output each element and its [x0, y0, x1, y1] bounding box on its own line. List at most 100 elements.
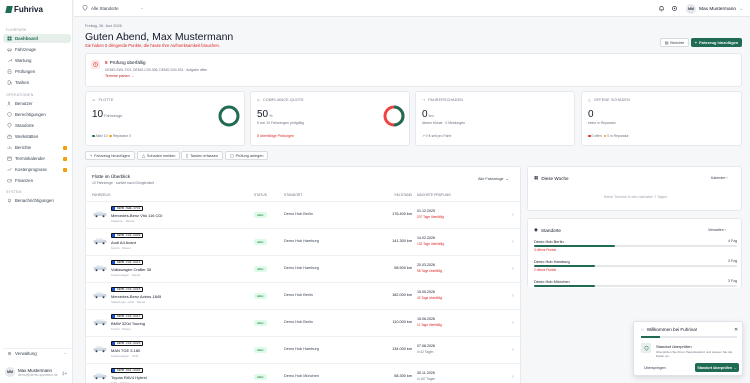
sidebar-item-pruefungen[interactable]: Prüfungen — [3, 67, 71, 76]
table-row[interactable]: DEMO-C38-8815 Mercedes-Benz Actros 1845 Sa… — [86, 282, 522, 309]
sidebar-item-label: Berichte — [15, 145, 32, 150]
column-header[interactable]: km-Stand — [376, 193, 412, 197]
chevron-right-icon[interactable]: › — [512, 347, 514, 353]
fleet-filter-select[interactable]: Alle Fahrzeuge ⌄ — [478, 176, 509, 182]
chevron-right-icon[interactable]: › — [512, 320, 514, 326]
manage-locations-link[interactable]: Verwalten › — [708, 228, 726, 232]
bell-icon[interactable] — [658, 5, 665, 12]
sidebar-item-label: Werkstätten — [15, 134, 39, 139]
column-header[interactable]: Fahrzeug — [92, 193, 110, 197]
kpi-compliance[interactable]: ◇ Compliance-Quote 50% 5 von 10 Fahrzeuge… — [250, 91, 410, 146]
sidebar-item-tanken[interactable]: Tanken — [3, 78, 71, 87]
compliance-ring-chart — [383, 105, 405, 127]
review-location-button[interactable]: Standort überprüfen → — [695, 363, 739, 372]
inspection-date: 20.03.2026 — [417, 263, 435, 267]
kpi-compliance-alert[interactable]: 5 überfällige Prüfungen — [257, 134, 294, 138]
current-date: Freitag, 26. Juni 2026 — [85, 24, 122, 28]
bell-icon — [7, 198, 12, 203]
inspection-date: 15.06.2026 — [417, 317, 435, 321]
table-row[interactable]: DEMO-C38-8820 MAN TGE 3.180 Kastenwagen · … — [86, 336, 522, 363]
sidebar-item-wartung[interactable]: Wartung — [3, 56, 71, 65]
chevron-down-icon: ⌄ — [140, 5, 144, 10]
inspection-note: 132 Tage überfällig — [417, 242, 444, 246]
location-row[interactable]: Demo Hub Hamburg 3 Fzg 2 offene Punkte — [534, 259, 737, 272]
kpi-compliance-value: 50% — [257, 109, 273, 120]
kpi-damages-header: ⇢ Fahrerschäden — [422, 98, 463, 102]
sidebar-item-label: Kostenprognose — [15, 167, 47, 172]
location-row[interactable]: Demo Hub Berlin 4 Fzg 3 offene Punkte — [534, 239, 737, 252]
location-warning: 2 offene Punkte — [534, 268, 557, 272]
app-logo[interactable]: Fuhriva — [5, 5, 43, 14]
kpi-open-damages[interactable]: △ Offene Schäden 0 keine in Reparatur 0 o… — [581, 91, 742, 146]
urgent-task-card: 5 Prüfung überfällig DEMO-SWL-FC0, DEMO-C… — [85, 53, 742, 87]
sidebar-user[interactable]: MM Max Mustermann demo@demo-spedition.de — [5, 367, 58, 377]
reports-button[interactable]: ▤ Berichte — [660, 38, 689, 47]
kpi-damages-value: 0km — [422, 109, 434, 120]
column-header[interactable]: Status — [254, 193, 267, 197]
sidebar-item-fahrzeuge[interactable]: Fahrzeuge — [3, 45, 71, 54]
fleet-ring-fill — [218, 105, 240, 127]
kpi-damages[interactable]: ⇢ Fahrerschäden 0km diesen Monat · 0 Meld… — [415, 91, 575, 146]
app-name: Fuhriva — [14, 5, 43, 14]
chevron-right-icon[interactable]: › — [512, 266, 514, 272]
location-bar — [534, 245, 737, 247]
gear-icon[interactable] — [671, 5, 678, 12]
vehicle-image — [93, 292, 107, 299]
new-badge — [63, 145, 67, 150]
vehicle-model: BMW 320d Touring — [111, 321, 145, 326]
sidebar-item-benachrichtigungen[interactable]: Benachrichtigungen — [3, 196, 71, 205]
close-icon[interactable]: ✕ — [734, 327, 738, 333]
table-row[interactable]: DEMO-C38-8811 Volkswagen Crafter 35 Kasten… — [86, 255, 522, 282]
chevron-right-icon[interactable]: › — [512, 239, 514, 245]
chevron-down-icon: ⌄ — [63, 350, 67, 355]
fleet-table-card: Flotte im Überblick 10 Fahrzeuge · sorti… — [85, 166, 522, 383]
add-vehicle-button[interactable]: + Fahrzeug hinzufügen — [691, 38, 742, 47]
welcome-popup: ◌ Willkommen bei Fuhriva! ✕ Standort über… — [633, 321, 743, 376]
quick-fuel-button[interactable]: ▯ Tanken erfassen — [181, 151, 223, 160]
plate-text: DEMO-C38-8815 — [117, 288, 141, 291]
vehicle-type: Kastenw. · Diesel — [111, 219, 135, 223]
location-select[interactable]: Alle Standorte ⌄ — [82, 5, 144, 11]
schedule-link[interactable]: Termine planen → — [105, 74, 134, 78]
shield-icon: ◇ — [257, 98, 260, 102]
topbar-user-menu[interactable]: MM Max Mustermann ⌄ — [686, 4, 743, 14]
sidebar-item-label: Fahrzeuge — [15, 47, 36, 52]
column-header[interactable]: Nächste Prüfung — [417, 193, 451, 197]
sidebar-item-finanzen[interactable]: Finanzen — [3, 176, 71, 185]
sidebar-item-werkstaetten[interactable]: Werkstätten — [3, 132, 71, 141]
table-row[interactable]: DEMO-SWB-4732 Mercedes-Benz Vito 116 CDI K… — [86, 201, 522, 228]
sidebar-verwaltung[interactable]: Verwaltung ⌄ — [3, 348, 71, 357]
kpi-open-value: 0 — [588, 109, 594, 120]
table-row[interactable]: DEMO-S04-8801 Toyota RAV4 Hybrid SUV · Hyb… — [86, 363, 522, 383]
table-row[interactable]: DEMO-C38-8809 Audi A4 Avant Kombi · Diesel… — [86, 228, 522, 255]
quick-add-vehicle-button[interactable]: + Fahrzeug hinzufügen — [85, 151, 135, 160]
kpi-fleet[interactable]: ▭ Flotte 10Fahrzeuge Aktiv 10 Reparatur 0 — [85, 91, 245, 146]
sidebar-item-terminkalender[interactable]: Terminkalender — [3, 154, 71, 163]
quick-action-label: Fahrzeug hinzufügen — [94, 153, 130, 158]
sidebar-item-benutzer[interactable]: Benutzer — [3, 99, 71, 108]
sidebar-item-berichte[interactable]: Berichte — [3, 143, 71, 152]
chevron-right-icon[interactable]: › — [512, 293, 514, 299]
sidebar-item-berechtigungen[interactable]: Berechtigungen — [3, 110, 71, 119]
skip-button[interactable]: Überspringen — [644, 366, 666, 370]
plate-text: DEMO-C38-8820 — [117, 342, 141, 345]
location-row[interactable]: Demo Hub München 3 Fzg — [534, 279, 737, 287]
chevron-right-icon[interactable]: › — [512, 212, 514, 218]
kpi-fleet-header: ▭ Flotte — [92, 98, 114, 102]
table-row[interactable]: DEMO-C38-8817 BMW 320d Touring Kombi · Die… — [86, 309, 522, 336]
mileage: 98.500 km — [394, 266, 412, 270]
quick-report-damage-button[interactable]: △ Schaden melden — [137, 151, 181, 160]
logout-icon[interactable] — [62, 371, 67, 376]
chevron-right-icon[interactable]: › — [512, 374, 514, 380]
quick-action-label: Prüfung anlegen — [235, 153, 264, 158]
vehicle-location: Demo Hub Berlin — [284, 320, 313, 324]
sidebar-item-dashboard[interactable]: Dashboard — [3, 34, 71, 43]
sidebar-item-kostenprognose[interactable]: Kostenprognose — [3, 165, 71, 174]
inspection-date: 01.12.2025 — [417, 209, 435, 213]
quick-inspection-button[interactable]: ▢ Prüfung anlegen — [225, 151, 269, 160]
calendar-link[interactable]: Kalender › — [711, 176, 728, 180]
column-header[interactable]: Standort — [284, 193, 302, 197]
alert-icon: △ — [142, 154, 145, 158]
topbar: Alle Standorte ⌄ MM Max Mustermann ⌄ — [74, 0, 750, 17]
sidebar-item-standorte[interactable]: Standorte — [3, 121, 71, 130]
